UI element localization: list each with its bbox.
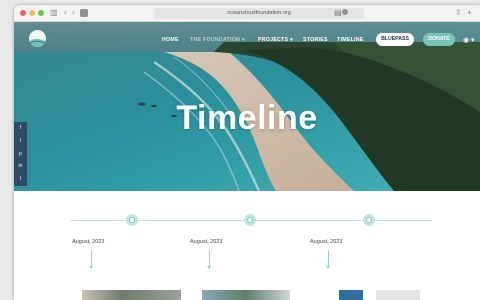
site-header: HOME THE FOUNDATION ▾ PROJECTS ▾ STORIES…	[14, 22, 480, 52]
pinterest-icon[interactable]: p	[14, 148, 27, 161]
minimize-window-button[interactable]	[29, 10, 35, 16]
plus-icon[interactable]: +	[467, 8, 472, 18]
reader-icon[interactable]: ▤	[334, 8, 342, 18]
nav-home-link[interactable]: HOME	[162, 37, 179, 43]
bluepass-button[interactable]: BLUEPASS	[376, 33, 414, 46]
timeline-arrow	[89, 250, 93, 269]
timeline-card-image[interactable]	[339, 290, 363, 300]
chevron-left-icon[interactable]: ‹	[64, 8, 67, 18]
site-favicon-icon	[80, 9, 88, 17]
share-icon[interactable]: ⇪	[455, 8, 462, 18]
facebook-icon[interactable]: f	[14, 122, 27, 135]
foundation-logo[interactable]	[29, 30, 46, 47]
timeline-node[interactable]	[363, 214, 375, 226]
timeline-arrow	[326, 250, 330, 269]
timeline-node[interactable]	[244, 214, 256, 226]
nav-stories-link[interactable]: STORIES	[303, 37, 328, 43]
social-share-bar: f t p in t	[14, 122, 27, 186]
close-window-button[interactable]	[20, 10, 26, 16]
browser-window: ▥ ‹ › oceanstrustfoundation.org ▤ ⇪ + HO…	[14, 5, 480, 300]
timeline-arrow	[207, 250, 211, 269]
twitter-icon[interactable]: t	[14, 135, 27, 148]
language-icon[interactable]: ◉ ▾	[463, 36, 475, 44]
tumblr-icon[interactable]: t	[14, 173, 27, 186]
extension-icon[interactable]	[342, 9, 348, 15]
sidebar-icon[interactable]: ▥	[50, 8, 58, 18]
zoom-window-button[interactable]	[38, 10, 44, 16]
timeline-card-image[interactable]	[82, 290, 181, 300]
timeline-node[interactable]	[126, 214, 138, 226]
timeline-date: August, 2023	[310, 239, 343, 245]
timeline-card-image[interactable]	[202, 290, 290, 300]
nav-projects-link[interactable]: PROJECTS ▾	[258, 37, 293, 43]
address-bar[interactable]: oceanstrustfoundation.org	[154, 8, 364, 19]
chevron-right-icon[interactable]: ›	[72, 8, 75, 18]
linkedin-icon[interactable]: in	[14, 160, 27, 173]
nav-foundation-link[interactable]: THE FOUNDATION ▾	[190, 37, 245, 43]
page-title: Timeline	[176, 99, 318, 137]
browser-toolbar: ▥ ‹ › oceanstrustfoundation.org ▤ ⇪ +	[14, 5, 480, 22]
timeline-card-image[interactable]	[376, 290, 420, 300]
donate-button[interactable]: DONATE	[423, 33, 455, 46]
nav-timeline-link[interactable]: TIMELINE	[337, 37, 364, 43]
timeline-date: August, 2023	[72, 239, 105, 245]
timeline-date: August, 2023	[190, 239, 223, 245]
url-text: oceanstrustfoundation.org	[227, 10, 291, 16]
